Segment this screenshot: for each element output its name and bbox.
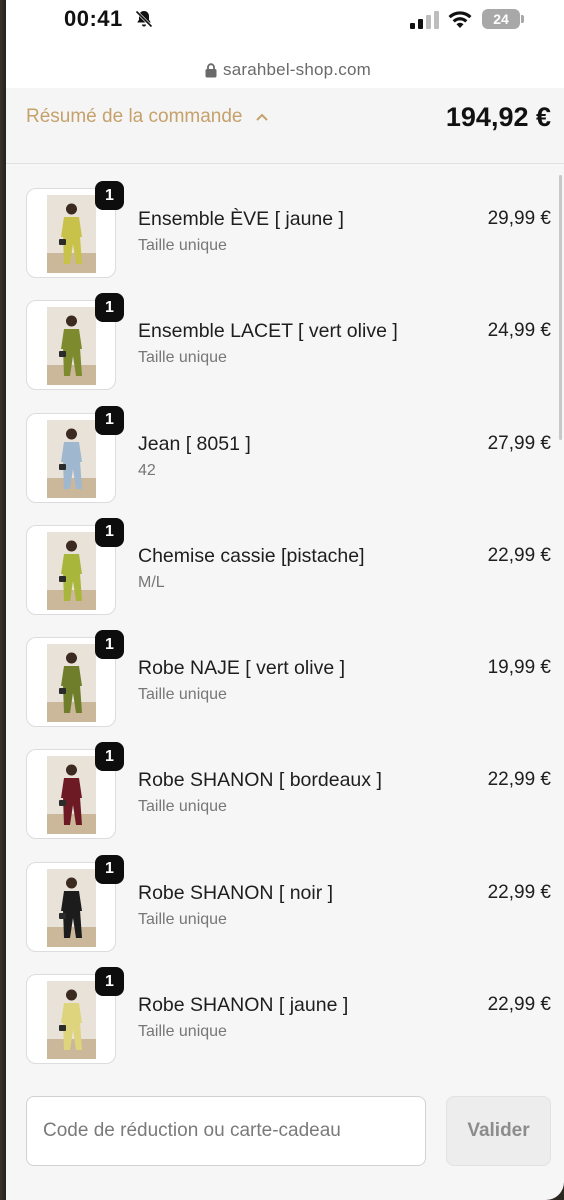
discount-code-input[interactable] bbox=[26, 1096, 426, 1166]
order-summary-label: Résumé de la commande bbox=[26, 106, 243, 127]
list-item: 1 Chemise cassie [pistache] M/L 22,99 € bbox=[6, 501, 564, 615]
product-price: 19,99 € bbox=[487, 657, 551, 679]
product-price: 29,99 € bbox=[487, 208, 551, 229]
list-item: 1 Robe SHANON [ jaune ] Taille unique 22… bbox=[6, 950, 564, 1065]
battery-level: 24 bbox=[493, 11, 509, 27]
product-name: Robe SHANON [ bordeaux ] bbox=[138, 769, 382, 792]
product-photo bbox=[47, 195, 96, 273]
product-price: 22,99 € bbox=[487, 769, 551, 791]
list-item: 1 Robe NAJE [ vert olive ] Taille unique… bbox=[6, 613, 564, 728]
product-variant: Taille unique bbox=[138, 237, 227, 254]
product-variant: Taille unique bbox=[138, 349, 227, 367]
product-photo bbox=[47, 756, 96, 835]
list-item: 1 Jean [ 8051 ] 42 27,99 € bbox=[6, 389, 564, 503]
lock-icon bbox=[205, 62, 217, 77]
product-variant: Taille unique bbox=[138, 1023, 227, 1041]
order-items-list: 1 Ensemble ÈVE [ jaune ] Taille unique 2… bbox=[6, 164, 564, 1065]
quantity-badge: 1 bbox=[95, 405, 124, 435]
product-photo bbox=[47, 419, 96, 498]
order-total: 194,92 € bbox=[445, 102, 551, 132]
url-container: sarahbel-shop.com bbox=[205, 60, 371, 80]
list-item: 1 Robe SHANON [ noir ] Taille unique 22,… bbox=[6, 838, 564, 952]
product-photo bbox=[47, 644, 96, 723]
quantity-badge: 1 bbox=[95, 181, 124, 210]
bell-off-icon bbox=[135, 10, 153, 28]
product-variant: M/L bbox=[138, 573, 165, 591]
product-photo bbox=[47, 531, 96, 610]
product-photo bbox=[47, 981, 96, 1060]
product-name: Chemise cassie [pistache] bbox=[138, 544, 365, 567]
product-price: 27,99 € bbox=[487, 432, 551, 454]
validate-discount-button[interactable]: Valider bbox=[446, 1096, 551, 1166]
quantity-badge: 1 bbox=[95, 967, 124, 997]
list-item: 1 Robe SHANON [ bordeaux ] Taille unique… bbox=[6, 725, 564, 840]
product-variant: Taille unique bbox=[138, 686, 227, 704]
url-text: sarahbel-shop.com bbox=[223, 60, 371, 79]
quantity-badge: 1 bbox=[95, 742, 124, 772]
browser-url-bar[interactable]: sarahbel-shop.com bbox=[6, 52, 564, 88]
quantity-badge: 1 bbox=[95, 854, 124, 884]
product-variant: Taille unique bbox=[138, 910, 227, 928]
product-name: Robe NAJE [ vert olive ] bbox=[138, 657, 345, 680]
list-item: 1 Ensemble ÈVE [ jaune ] Taille unique 2… bbox=[6, 164, 564, 278]
product-variant: 42 bbox=[138, 461, 156, 479]
product-price: 22,99 € bbox=[487, 544, 551, 566]
quantity-badge: 1 bbox=[95, 517, 124, 547]
battery-icon: 24 bbox=[482, 9, 520, 29]
status-bar: 00:41 24 bbox=[6, 0, 564, 52]
cellular-signal-icon bbox=[410, 11, 439, 29]
product-name: Robe SHANON [ noir ] bbox=[138, 881, 334, 904]
product-price: 22,99 € bbox=[487, 881, 551, 903]
product-name: Ensemble LACET [ vert olive ] bbox=[138, 320, 398, 343]
chevron-up-icon bbox=[255, 113, 268, 121]
status-time: 00:41 bbox=[64, 6, 123, 31]
list-item: 1 Ensemble LACET [ vert olive ] Taille u… bbox=[6, 276, 564, 391]
phone-screen: 00:41 24 sarahbel-shop.com Résumé de la … bbox=[6, 0, 564, 1200]
product-name: Robe SHANON [ jaune ] bbox=[138, 994, 349, 1017]
product-price: 22,99 € bbox=[487, 994, 551, 1016]
quantity-badge: 1 bbox=[95, 293, 124, 323]
order-summary-header: Résumé de la commande 194,92 € bbox=[6, 88, 564, 164]
product-photo bbox=[47, 307, 96, 386]
battery-cap bbox=[521, 15, 524, 23]
product-name: Ensemble ÈVE [ jaune ] bbox=[138, 208, 344, 230]
product-name: Jean [ 8051 ] bbox=[138, 432, 251, 455]
product-variant: Taille unique bbox=[138, 798, 227, 816]
product-photo bbox=[47, 868, 96, 947]
product-price: 24,99 € bbox=[487, 320, 551, 342]
quantity-badge: 1 bbox=[95, 630, 124, 660]
scrollbar[interactable] bbox=[559, 175, 562, 440]
order-summary-toggle[interactable]: Résumé de la commande bbox=[26, 106, 269, 128]
wifi-icon bbox=[448, 11, 472, 28]
